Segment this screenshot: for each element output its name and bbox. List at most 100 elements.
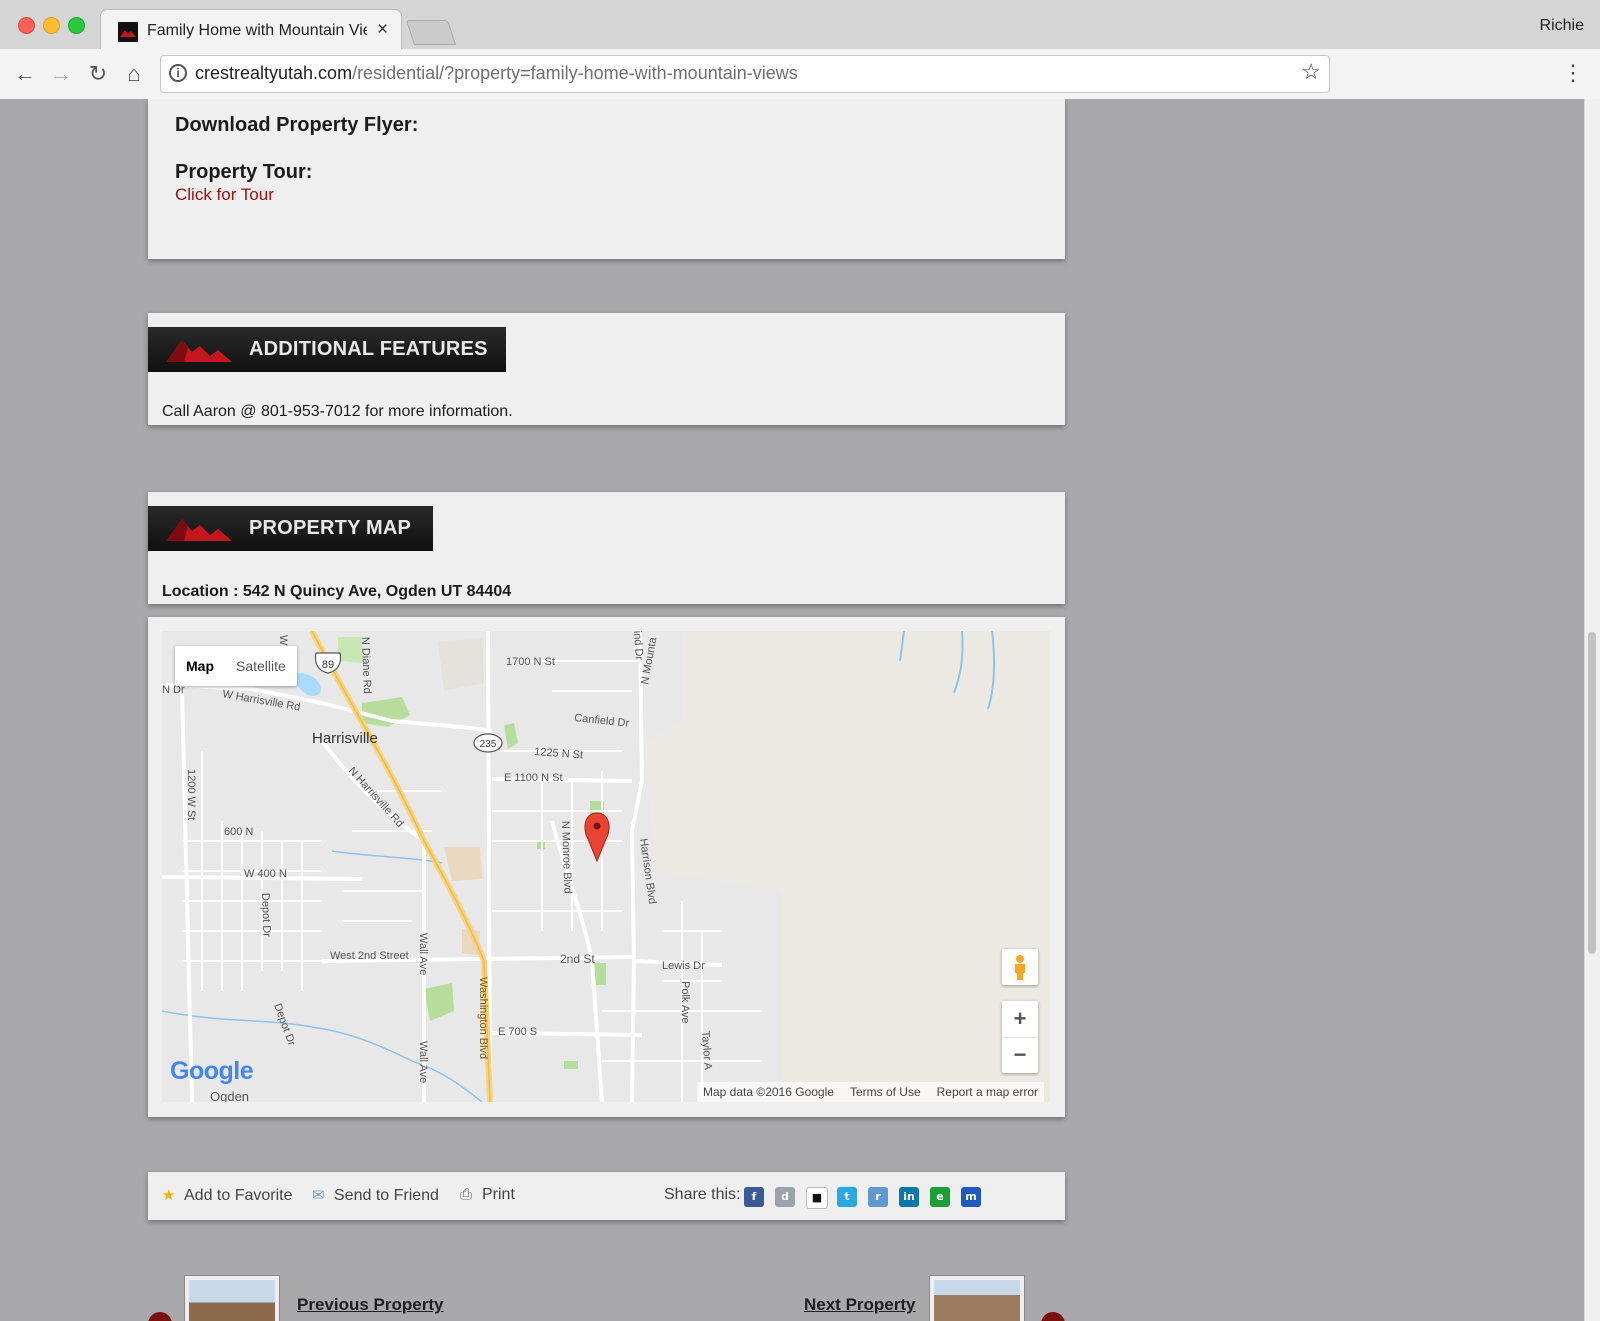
- previous-property-thumbnail[interactable]: [184, 1275, 280, 1321]
- map-report-error-link[interactable]: Report a map error: [937, 1082, 1038, 1102]
- map-label-polk-ave: Polk Ave: [679, 981, 691, 1024]
- map-label-w: W: [277, 635, 289, 646]
- map-label-west-2nd-street: West 2nd Street: [330, 950, 409, 962]
- reddit-share-icon[interactable]: r: [868, 1187, 888, 1207]
- next-property-link[interactable]: Next Property: [804, 1295, 915, 1315]
- tab-strip: Family Home with Mountain Views × Richie: [0, 0, 1600, 51]
- map-label-washington-blvd: Washington Blvd: [477, 977, 489, 1059]
- map-label-1200-w-st: 1200 W St: [185, 769, 197, 820]
- map-label-wall-ave-south: Wall Ave: [417, 1041, 429, 1083]
- site-info-icon[interactable]: i: [169, 64, 187, 82]
- tour-link[interactable]: Click for Tour: [175, 185, 274, 205]
- features-description: Call Aaron @ 801-953-7012 for more infor…: [162, 403, 513, 420]
- google-logo: Google: [170, 1057, 254, 1086]
- send-to-friend-label: Send to Friend: [334, 1187, 439, 1204]
- share-this-label: Share this:: [664, 1186, 741, 1203]
- map-label-w-400-n: W 400 N: [244, 868, 287, 880]
- share-bar: ★ Add to Favorite ✉ Send to Friend ⎙ Print …: [148, 1172, 1065, 1220]
- map-label-ogden: Ogden: [210, 1089, 249, 1102]
- close-window-button[interactable]: [18, 17, 35, 34]
- section-title: ADDITIONAL FEATURES: [249, 338, 488, 360]
- previous-property-link[interactable]: Previous Property: [297, 1295, 443, 1315]
- section-header: ADDITIONAL FEATURES: [148, 327, 506, 372]
- map-label-depot-dr: Depot Dr: [259, 893, 273, 938]
- map-terms-link[interactable]: Terms of Use: [850, 1082, 921, 1102]
- envelope-icon: ✉: [312, 1187, 325, 1204]
- twitter-share-icon[interactable]: t: [837, 1187, 857, 1207]
- page-scrollbar-thumb[interactable]: [1588, 632, 1596, 954]
- url-text[interactable]: crestrealtyutah.com/residential/?propert…: [195, 63, 798, 84]
- map-canvas[interactable]: 89 235 Harrisville W Harrisville Rd N Ha…: [162, 631, 1050, 1102]
- google-map[interactable]: 89 235 Harrisville W Harrisville Rd N Ha…: [162, 631, 1050, 1102]
- map-label-n-monroe-blvd: N Monroe Blvd: [559, 821, 574, 894]
- us-89-label: 89: [322, 659, 334, 671]
- zoom-in-button[interactable]: +: [1002, 1001, 1038, 1038]
- site-favicon-icon: [118, 22, 138, 42]
- digg-share-icon[interactable]: d: [775, 1187, 795, 1207]
- add-to-favorite-button[interactable]: ★ Add to Favorite: [162, 1186, 293, 1205]
- map-attribution: Map data ©2016 Google: [703, 1085, 834, 1099]
- url-path: /residential/?property=family-home-with-…: [352, 63, 798, 83]
- map-type-map-button[interactable]: Map: [175, 646, 225, 686]
- bookmark-star-icon[interactable]: ☆: [1301, 59, 1321, 85]
- mountain-logo-icon: [166, 340, 232, 362]
- back-arrow-icon[interactable]: ←: [10, 59, 40, 89]
- facebook-share-icon[interactable]: f: [744, 1187, 764, 1207]
- browser-chrome: Family Home with Mountain Views × Richie…: [0, 0, 1600, 100]
- page-content: Download Property Flyer: Property Tour: …: [0, 99, 1584, 1321]
- pager-decoration-right: [1041, 1312, 1065, 1321]
- linkedin-share-icon[interactable]: in: [899, 1187, 919, 1207]
- map-label-wall-ave: Wall Ave: [417, 933, 429, 975]
- add-to-favorite-label: Add to Favorite: [184, 1187, 293, 1204]
- mountain-logo-icon: [166, 519, 232, 541]
- map-label-e-1100-n-st: E 1100 N St: [504, 772, 563, 784]
- map-type-satellite-button[interactable]: Satellite: [225, 646, 297, 686]
- tab-close-icon[interactable]: ×: [377, 19, 388, 41]
- reload-icon[interactable]: ↻: [83, 59, 113, 89]
- evernote-share-icon[interactable]: e: [930, 1187, 950, 1207]
- send-to-friend-button[interactable]: ✉ Send to Friend: [312, 1186, 439, 1205]
- sr-235-shield: 235: [473, 733, 503, 753]
- property-location: Location : 542 N Quincy Ave, Ogden UT 84…: [162, 583, 512, 600]
- next-property-image: [934, 1280, 1020, 1321]
- map-label-1700-n-st: 1700 N St: [506, 656, 555, 668]
- previous-property-image: [189, 1280, 275, 1321]
- printer-icon: ⎙: [460, 1186, 473, 1203]
- map-panel: 89 235 Harrisville W Harrisville Rd N Ha…: [148, 617, 1065, 1117]
- google-logo-text: Google: [170, 1057, 254, 1085]
- print-label: Print: [482, 1186, 515, 1203]
- profile-name[interactable]: Richie: [1540, 17, 1584, 35]
- myspace-share-icon[interactable]: m: [961, 1187, 981, 1207]
- map-label-ind-dr: ind Dr: [631, 631, 645, 661]
- map-type-toggle: Map Satellite: [175, 646, 297, 686]
- minimize-window-button[interactable]: [43, 17, 60, 34]
- browser-tab-active[interactable]: Family Home with Mountain Views ×: [100, 9, 402, 51]
- star-icon: ★: [162, 1187, 176, 1204]
- section-header: PROPERTY MAP: [148, 506, 433, 551]
- section-title: PROPERTY MAP: [249, 517, 412, 539]
- property-map-panel: PROPERTY MAP Location : 542 N Quincy Ave…: [148, 492, 1065, 604]
- map-label-lewis-dr: Lewis Dr: [662, 960, 705, 972]
- browser-menu-icon[interactable]: ⋮: [1562, 60, 1584, 86]
- map-label-e-700-s: E 700 S: [498, 1026, 537, 1038]
- new-tab-button[interactable]: [405, 20, 457, 45]
- property-tour-label: Property Tour:: [175, 161, 313, 183]
- browser-toolbar: ← → ↻ ⌂ i crestrealtyutah.com/residentia…: [0, 49, 1600, 99]
- maximize-window-button[interactable]: [68, 17, 85, 34]
- zoom-control: + −: [1002, 1001, 1038, 1073]
- home-icon[interactable]: ⌂: [119, 59, 149, 89]
- sr-235-label: 235: [480, 739, 497, 750]
- map-label-2nd-st: 2nd St: [560, 952, 595, 966]
- address-bar[interactable]: i crestrealtyutah.com/residential/?prope…: [160, 55, 1330, 93]
- next-property-thumbnail[interactable]: [929, 1275, 1025, 1321]
- flyer-panel: Download Property Flyer: Property Tour: …: [148, 99, 1065, 259]
- delicious-share-icon[interactable]: ■: [806, 1187, 828, 1209]
- print-button[interactable]: ⎙ Print: [460, 1186, 515, 1204]
- additional-features-panel: ADDITIONAL FEATURES Call Aaron @ 801-953…: [148, 313, 1065, 425]
- zoom-out-button[interactable]: −: [1002, 1037, 1038, 1073]
- map-label-harrisville: Harrisville: [312, 730, 378, 747]
- download-flyer-label: Download Property Flyer:: [175, 114, 419, 136]
- street-view-pegman-icon[interactable]: [1002, 949, 1038, 985]
- forward-arrow-icon[interactable]: →: [46, 59, 76, 89]
- map-attribution-bar: Map data ©2016 Google Terms of Use Repor…: [697, 1082, 1044, 1102]
